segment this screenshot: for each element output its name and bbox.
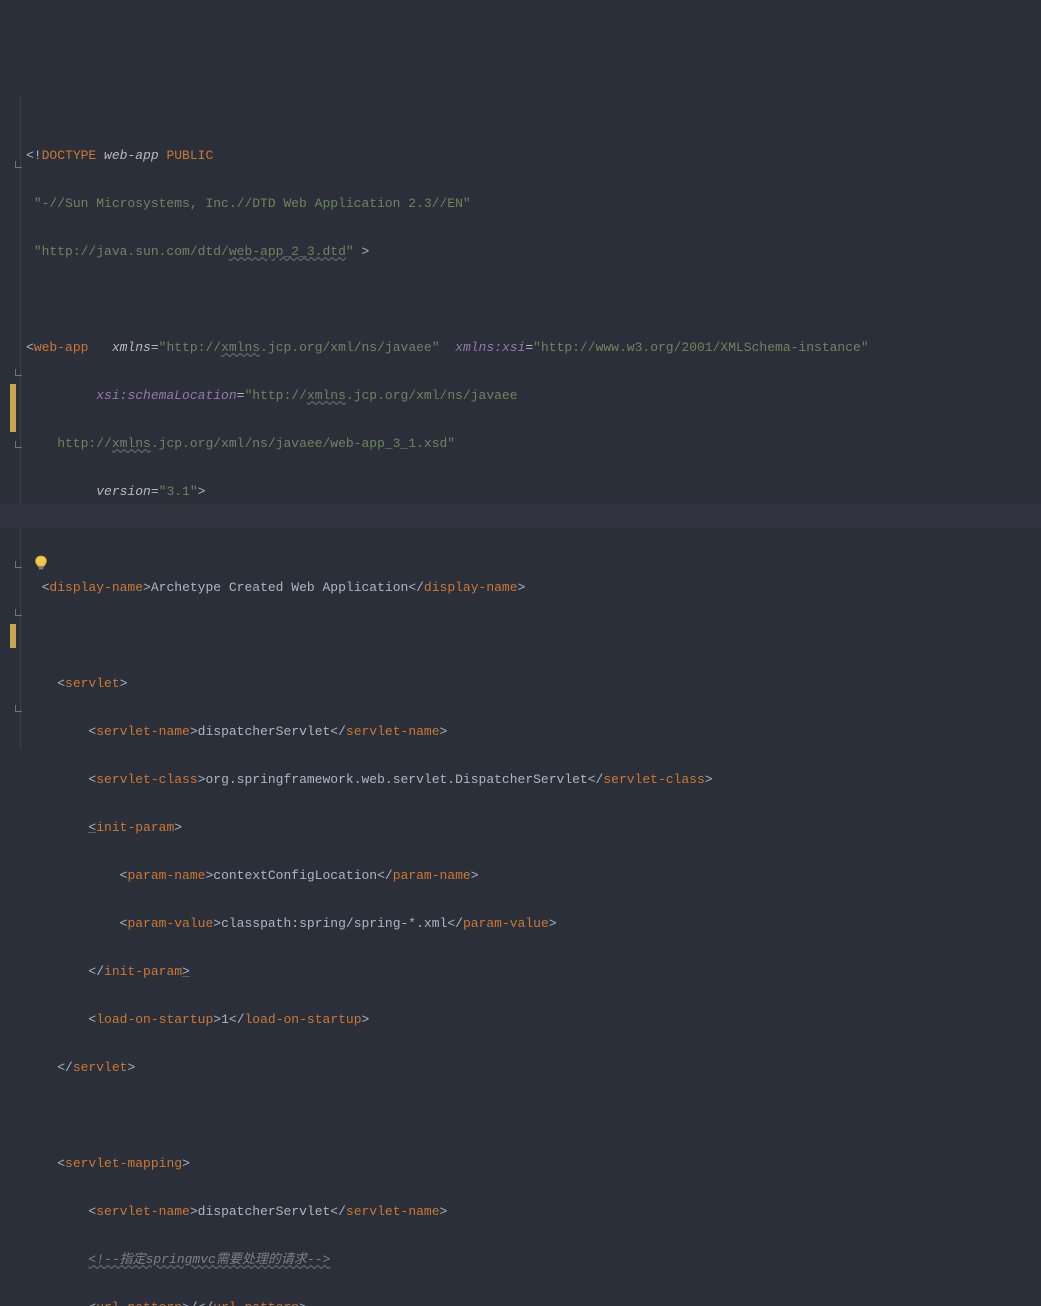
- code-line[interactable]: [26, 288, 1041, 312]
- code-line[interactable]: <servlet>: [26, 672, 1041, 696]
- code-line[interactable]: </init-param>: [26, 960, 1041, 984]
- tag-servlet-mapping: servlet-mapping: [65, 1156, 182, 1171]
- text-content: dispatcherServlet: [198, 1204, 331, 1219]
- attr-version: version: [96, 484, 151, 499]
- tag-servlet-name: servlet-name: [96, 724, 190, 739]
- tag-servlet-close: servlet: [73, 1060, 128, 1075]
- text-content: Archetype Created Web Application: [151, 580, 408, 595]
- code-line[interactable]: <display-name>Archetype Created Web Appl…: [26, 576, 1041, 600]
- doctype-keyword: DOCTYPE: [42, 148, 97, 163]
- code-line[interactable]: "-//Sun Microsystems, Inc.//DTD Web Appl…: [26, 192, 1041, 216]
- fold-toggle-icon[interactable]: [15, 161, 22, 168]
- attr-value: "http://xmlns.jcp.org/xml/ns/javaee: [244, 388, 517, 403]
- vcs-change-marker[interactable]: [10, 624, 16, 648]
- code-line[interactable]: [26, 624, 1041, 648]
- code-line[interactable]: http://xmlns.jcp.org/xml/ns/javaee/web-a…: [26, 432, 1041, 456]
- code-line[interactable]: <servlet-name>dispatcherServlet</servlet…: [26, 720, 1041, 744]
- tag-init-param: init-param: [96, 820, 174, 835]
- fold-guide-line: [20, 96, 21, 749]
- vcs-change-marker[interactable]: [10, 384, 16, 432]
- doctype-uri: "http://java.sun.com/dtd/web-app_2_3.dtd…: [34, 244, 354, 259]
- tag-load-on-startup: load-on-startup: [96, 1012, 213, 1027]
- text-content: classpath:spring/spring-*.xml: [221, 916, 447, 931]
- code-line[interactable]: <servlet-name>dispatcherServlet</servlet…: [26, 1200, 1041, 1224]
- tag-param-name: param-name: [127, 868, 205, 883]
- code-line[interactable]: <load-on-startup>1</load-on-startup>: [26, 1008, 1041, 1032]
- xml-comment: <!--指定springmvc需要处理的请求-->: [88, 1252, 330, 1267]
- attr-value: "3.1": [159, 484, 198, 499]
- tag-servlet-name: servlet-name: [96, 1204, 190, 1219]
- tag-param-value: param-value: [127, 916, 213, 931]
- text-content: 1: [221, 1012, 229, 1027]
- attr-value: "http://www.w3.org/2001/XMLSchema-instan…: [533, 340, 868, 355]
- code-line[interactable]: <servlet-mapping>: [26, 1152, 1041, 1176]
- attr-xmlns-xsi: xmlns:xsi: [455, 340, 525, 355]
- code-area[interactable]: <!DOCTYPE web-app PUBLIC "-//Sun Microsy…: [26, 96, 1041, 749]
- code-line[interactable]: <init-param>: [26, 816, 1041, 840]
- text-content: contextConfigLocation: [213, 868, 377, 883]
- editor-gutter: [0, 96, 26, 749]
- code-line[interactable]: xsi:schemaLocation="http://xmlns.jcp.org…: [26, 384, 1041, 408]
- text-content: /: [190, 1300, 198, 1306]
- code-line[interactable]: [26, 528, 1041, 552]
- text-content: dispatcherServlet: [198, 724, 331, 739]
- code-line[interactable]: <!DOCTYPE web-app PUBLIC: [26, 144, 1041, 168]
- attr-value: http://xmlns.jcp.org/xml/ns/javaee/web-a…: [26, 436, 455, 451]
- fold-toggle-icon[interactable]: [15, 441, 22, 448]
- intention-bulb-icon[interactable]: [34, 507, 48, 523]
- fold-toggle-icon[interactable]: [15, 369, 22, 376]
- code-line[interactable]: </servlet>: [26, 1056, 1041, 1080]
- text-content: org.springframework.web.servlet.Dispatch…: [205, 772, 587, 787]
- code-line[interactable]: <param-value>classpath:spring/spring-*.x…: [26, 912, 1041, 936]
- tag-display-name: display-name: [49, 580, 143, 595]
- code-line[interactable]: version="3.1">: [26, 480, 1041, 504]
- code-line[interactable]: <!--指定springmvc需要处理的请求-->: [26, 1248, 1041, 1272]
- tag-init-param-close: init-param: [104, 964, 182, 979]
- fold-toggle-icon[interactable]: [15, 561, 22, 568]
- code-line[interactable]: <web-app xmlns="http://xmlns.jcp.org/xml…: [26, 336, 1041, 360]
- code-line[interactable]: "http://java.sun.com/dtd/web-app_2_3.dtd…: [26, 240, 1041, 264]
- tag-web-app: web-app: [34, 340, 89, 355]
- code-line[interactable]: <param-name>contextConfigLocation</param…: [26, 864, 1041, 888]
- fold-toggle-icon[interactable]: [15, 609, 22, 616]
- tag-servlet-class: servlet-class: [96, 772, 197, 787]
- attr-schema-location: xsi:schemaLocation: [96, 388, 236, 403]
- code-editor[interactable]: <!DOCTYPE web-app PUBLIC "-//Sun Microsy…: [0, 96, 1041, 749]
- xml-punctuation: >: [362, 244, 370, 259]
- attr-xmlns: xmlns: [112, 340, 151, 355]
- code-line[interactable]: <servlet-class>org.springframework.web.s…: [26, 768, 1041, 792]
- tag-url-pattern: url-pattern: [96, 1300, 182, 1306]
- tag-servlet: servlet: [65, 676, 120, 691]
- doctype-root: web-app: [104, 148, 159, 163]
- xml-punctuation: <!: [26, 148, 42, 163]
- doctype-public: PUBLIC: [166, 148, 213, 163]
- attr-value: "http://xmlns.jcp.org/xml/ns/javaee": [159, 340, 440, 355]
- doctype-fpi: "-//Sun Microsystems, Inc.//DTD Web Appl…: [34, 196, 471, 211]
- code-line[interactable]: <url-pattern>/</url-pattern>: [26, 1296, 1041, 1306]
- fold-toggle-icon[interactable]: [15, 705, 22, 712]
- code-line[interactable]: [26, 1104, 1041, 1128]
